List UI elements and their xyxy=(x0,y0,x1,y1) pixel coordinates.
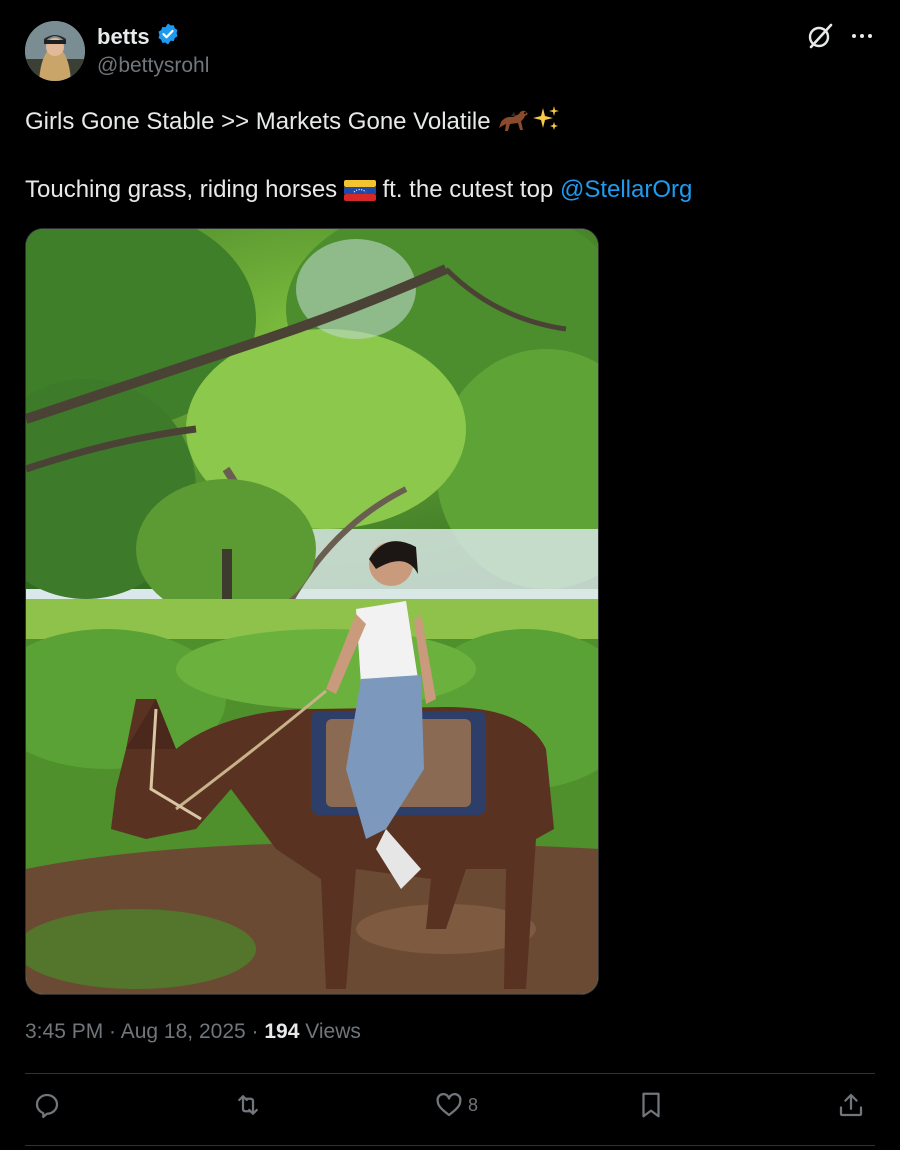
tweet-media-photo[interactable] xyxy=(25,228,599,995)
verified-badge-icon xyxy=(156,22,180,51)
display-name[interactable]: betts xyxy=(97,24,150,50)
share-icon xyxy=(839,1093,863,1117)
tweet-text-line-2: Touching grass, riding horses ft. the cu… xyxy=(25,176,692,209)
more-icon[interactable] xyxy=(846,20,878,52)
divider-top xyxy=(25,1073,875,1074)
meta-separator: · xyxy=(245,1020,265,1043)
views-label: Views xyxy=(299,1020,361,1043)
reply-button[interactable] xyxy=(32,1090,62,1120)
share-button[interactable] xyxy=(836,1090,866,1120)
grok-icon[interactable] xyxy=(804,20,836,52)
author-name-row[interactable]: betts xyxy=(97,22,180,51)
like-count: 8 xyxy=(468,1094,479,1115)
repost-icon xyxy=(238,1095,258,1115)
views-count: 194 xyxy=(264,1020,300,1043)
tweet-text-part: Girls Gone Stable >> Markets Gone Volati… xyxy=(25,108,498,135)
divider-bottom xyxy=(25,1145,875,1146)
meta-separator: · xyxy=(103,1020,121,1043)
tweet-text-line-1: Girls Gone Stable >> Markets Gone Volati… xyxy=(25,104,561,141)
tweet-text-part: Touching grass, riding horses xyxy=(25,176,344,203)
bookmark-icon xyxy=(642,1092,660,1118)
bookmark-button[interactable] xyxy=(636,1090,666,1120)
like-icon xyxy=(436,1092,462,1117)
reply-icon xyxy=(35,1093,59,1118)
tweet-text-part: ft. the cutest top xyxy=(375,176,560,203)
tweet-meta: 3:45 PM · Aug 18, 2025 · 194 Views xyxy=(25,1020,361,1044)
sparkles-emoji xyxy=(531,104,561,141)
tweet-time[interactable]: 3:45 PM xyxy=(25,1020,103,1043)
avatar[interactable] xyxy=(25,21,85,81)
horse-racing-emoji xyxy=(497,106,531,141)
like-button[interactable]: 8 xyxy=(434,1090,478,1120)
venezuela-flag-emoji xyxy=(343,178,376,209)
author-handle[interactable]: @bettysrohl xyxy=(97,54,209,78)
repost-button[interactable] xyxy=(233,1090,263,1120)
tweet-date[interactable]: Aug 18, 2025 xyxy=(121,1020,246,1043)
mention-link[interactable]: @StellarOrg xyxy=(560,176,692,203)
